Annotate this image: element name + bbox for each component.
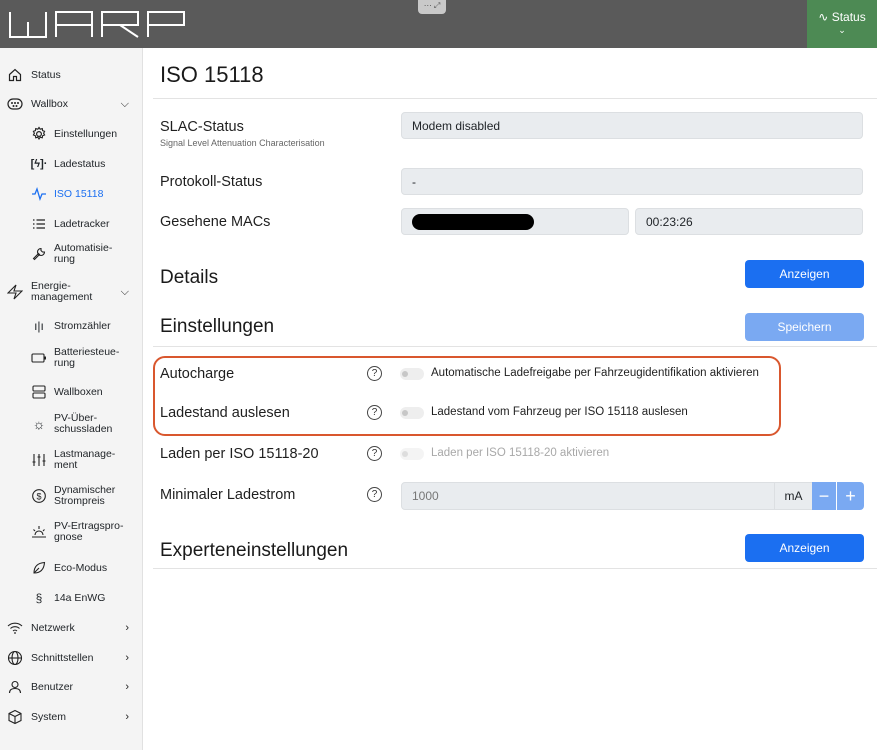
chevron-right-icon: › bbox=[125, 681, 129, 693]
sidebar-item-ladestatus[interactable]: [ϟ]· Ladestatus bbox=[0, 154, 143, 174]
status-label: Status bbox=[831, 10, 866, 24]
dollar-cycle-icon: $ bbox=[30, 487, 48, 505]
leaf-icon bbox=[30, 559, 48, 577]
box-icon bbox=[6, 708, 24, 726]
soc-read-label: Ladestand auslesen bbox=[160, 405, 290, 421]
mac-seen-time-field: 00:23:26 bbox=[635, 208, 863, 235]
min-current-unit: mA bbox=[775, 482, 812, 510]
chevron-down-icon: ⌵ bbox=[120, 97, 129, 110]
sidebar-item-dynamischer-strompreis[interactable]: $ Dynamischer Strompreis bbox=[0, 484, 143, 508]
pulse-icon bbox=[30, 185, 48, 203]
sidebar-item-pv-ertragsprognose[interactable]: PV-Ertragspro- gnose bbox=[0, 520, 143, 544]
slac-status-field: Modem disabled bbox=[401, 112, 863, 139]
fullscreen-toggle-button[interactable]: ⋯ ⤢ bbox=[418, 0, 446, 14]
expert-settings-show-button[interactable]: Anzeigen bbox=[745, 534, 864, 562]
warp-logo bbox=[9, 11, 185, 38]
sidebar-item-schnittstellen[interactable]: Schnittstellen › bbox=[0, 648, 143, 668]
autocharge-switch-label[interactable]: Automatische Ladefreigabe per Fahrzeugid… bbox=[431, 367, 759, 379]
wrench-icon bbox=[30, 245, 48, 263]
battery-icon bbox=[30, 349, 48, 367]
save-button[interactable]: Speichern bbox=[745, 313, 864, 341]
iso20-switch-label[interactable]: Laden per ISO 15118-20 aktivieren bbox=[431, 447, 609, 459]
expert-settings-heading: Experteneinstellungen bbox=[160, 540, 349, 561]
min-current-label: Minimaler Ladestrom bbox=[160, 487, 296, 503]
slac-status-sublabel: Signal Level Attenuation Characterisatio… bbox=[160, 138, 325, 148]
divider bbox=[153, 346, 877, 347]
sidebar-item-status[interactable]: Status bbox=[0, 65, 143, 85]
sidebar-item-wallbox[interactable]: Wallbox ⌵ bbox=[0, 94, 143, 114]
sidebar-item-batteriesteuerung[interactable]: Batteriesteue- rung bbox=[0, 346, 143, 370]
divider bbox=[153, 568, 877, 569]
home-icon bbox=[6, 66, 24, 84]
seen-mac-field bbox=[401, 208, 629, 235]
sidebar-item-netzwerk[interactable]: Netzwerk › bbox=[0, 618, 143, 638]
top-bar: ⋯ ⤢ ∿ Status ⌄ bbox=[0, 0, 877, 48]
user-icon bbox=[6, 678, 24, 696]
pulse-icon: ∿ bbox=[818, 10, 829, 24]
autocharge-label: Autocharge bbox=[160, 366, 235, 382]
seen-macs-label: Gesehene MACs bbox=[160, 214, 271, 230]
chevron-down-icon: ⌄ bbox=[838, 25, 846, 35]
increment-button[interactable]: + bbox=[837, 482, 864, 510]
main-content: ISO 15118 SLAC-Status Signal Level Atten… bbox=[143, 48, 877, 750]
min-current-input[interactable]: 1000 bbox=[401, 482, 775, 510]
charging-icon: [ϟ]· bbox=[30, 158, 48, 170]
page-title: ISO 15118 bbox=[160, 62, 264, 87]
details-heading: Details bbox=[160, 267, 219, 288]
help-icon[interactable]: ? bbox=[367, 446, 382, 461]
chevron-right-icon: › bbox=[125, 711, 129, 723]
sidebar-item-iso15118[interactable]: ISO 15118 bbox=[0, 184, 143, 204]
iso20-switch[interactable] bbox=[400, 448, 424, 460]
sliders-icon bbox=[30, 451, 48, 469]
server-icon bbox=[30, 383, 48, 401]
sidebar-item-eco-modus[interactable]: Eco-Modus bbox=[0, 558, 143, 578]
protocol-status-label: Protokoll-Status bbox=[160, 174, 263, 190]
decrement-button[interactable]: − bbox=[812, 482, 836, 510]
sidebar-item-energiemanagement[interactable]: Energie- management ⌵ bbox=[0, 280, 143, 304]
bolt-icon bbox=[6, 283, 24, 301]
protocol-status-field: - bbox=[401, 168, 863, 195]
gear-icon bbox=[30, 125, 48, 143]
wifi-icon bbox=[6, 619, 24, 637]
help-icon[interactable]: ? bbox=[367, 405, 382, 420]
sidebar-item-wallboxen[interactable]: Wallboxen bbox=[0, 382, 143, 402]
sidebar-item-ladetracker[interactable]: Ladetracker bbox=[0, 214, 143, 234]
help-icon[interactable]: ? bbox=[367, 366, 382, 381]
list-icon bbox=[30, 215, 48, 233]
status-dropdown-button[interactable]: ∿ Status ⌄ bbox=[807, 0, 877, 48]
chevron-down-icon: ⌵ bbox=[120, 285, 129, 298]
svg-text:$: $ bbox=[36, 492, 41, 502]
meter-icon: ı|ı bbox=[34, 319, 44, 333]
wallbox-icon bbox=[6, 95, 24, 113]
sidebar-item-pv-ueberschussladen[interactable]: ☼ PV-Über- schussladen bbox=[0, 412, 143, 436]
soc-read-switch-label[interactable]: Ladestand vom Fahrzeug per ISO 15118 aus… bbox=[431, 406, 688, 418]
soc-read-switch[interactable] bbox=[400, 407, 424, 419]
help-icon[interactable]: ? bbox=[367, 487, 382, 502]
sidebar-item-einstellungen[interactable]: Einstellungen bbox=[0, 124, 143, 144]
iso20-label: Laden per ISO 15118-20 bbox=[160, 446, 319, 462]
sidebar-item-14a-enwg[interactable]: § 14a EnWG bbox=[0, 588, 143, 608]
sidebar-item-benutzer[interactable]: Benutzer › bbox=[0, 677, 143, 697]
settings-heading: Einstellungen bbox=[160, 316, 275, 337]
divider bbox=[153, 98, 877, 99]
redacted-mac bbox=[412, 213, 534, 230]
sidebar: Status Wallbox ⌵ Einstellungen [ϟ]· Lade… bbox=[0, 48, 143, 750]
chevron-right-icon: › bbox=[125, 652, 129, 664]
globe-icon bbox=[6, 649, 24, 667]
slac-status-label: SLAC-Status bbox=[160, 119, 244, 135]
details-show-button[interactable]: Anzeigen bbox=[745, 260, 864, 288]
sidebar-item-lastmanagement[interactable]: Lastmanage- ment bbox=[0, 448, 143, 472]
sun-icon: ☼ bbox=[32, 416, 46, 432]
sidebar-item-stromzaehler[interactable]: ı|ı Stromzähler bbox=[0, 316, 143, 336]
sidebar-item-automatisierung[interactable]: Automatisie- rung bbox=[0, 242, 143, 266]
sunrise-icon bbox=[30, 523, 48, 541]
chevron-right-icon: › bbox=[125, 622, 129, 634]
autocharge-switch[interactable] bbox=[400, 368, 424, 380]
sidebar-item-system[interactable]: System › bbox=[0, 707, 143, 727]
paragraph-icon: § bbox=[35, 591, 43, 605]
